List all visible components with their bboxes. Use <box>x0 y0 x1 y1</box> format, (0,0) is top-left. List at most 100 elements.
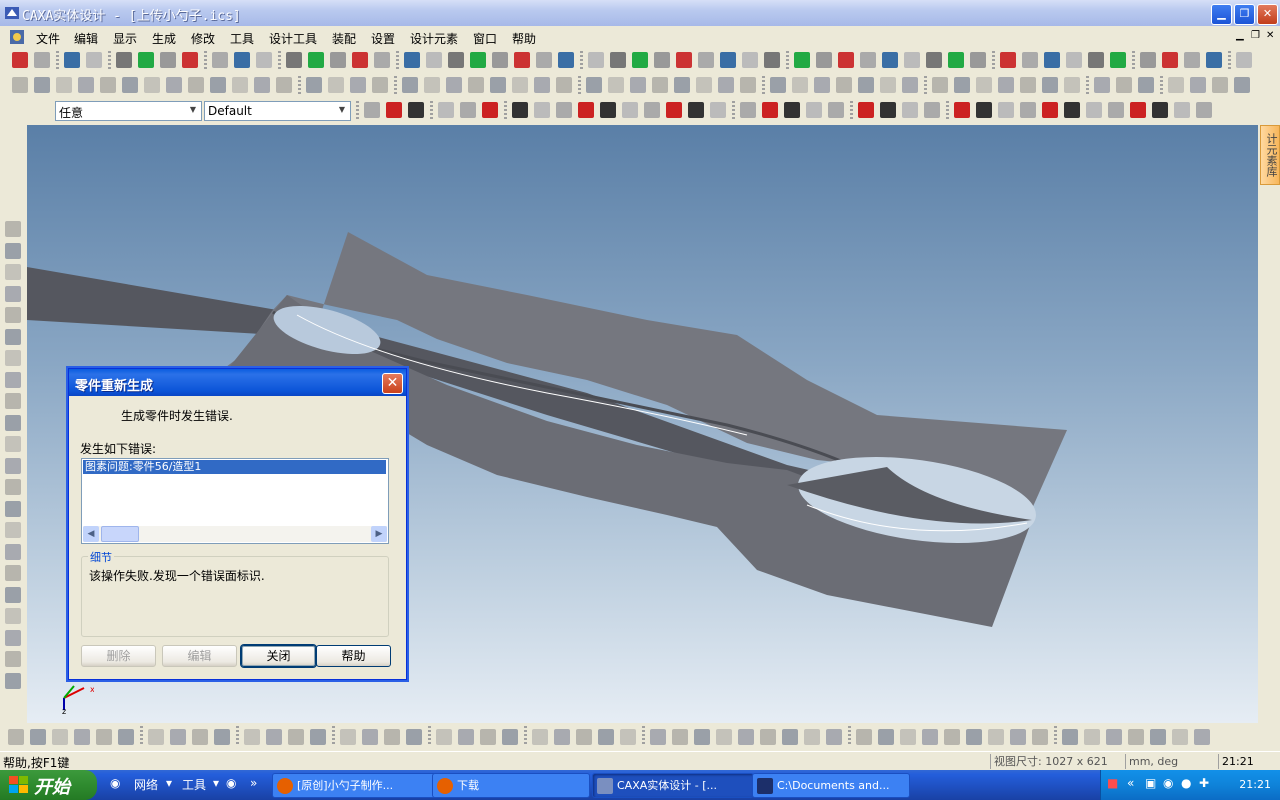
toolbar-tool-icon[interactable] <box>860 52 876 68</box>
toolbar-tool-icon[interactable] <box>1138 77 1154 93</box>
toolbar-tool-icon[interactable] <box>482 102 498 118</box>
menu-edit[interactable]: 编辑 <box>74 30 98 47</box>
toolbar-tool-icon[interactable] <box>122 77 138 93</box>
toolbar-tool-icon[interactable] <box>1150 729 1166 745</box>
help-button[interactable]: 帮助 <box>316 645 391 667</box>
toolbar-tool-icon[interactable] <box>932 77 948 93</box>
toolbar-tool-icon[interactable] <box>742 52 758 68</box>
toolbar-tool-icon[interactable] <box>698 52 714 68</box>
toolbar-tool-icon[interactable] <box>1128 729 1144 745</box>
toolbar-tool-icon[interactable] <box>954 102 970 118</box>
toolbar-tool-icon[interactable] <box>288 729 304 745</box>
toolbar-tool-icon[interactable] <box>694 729 710 745</box>
toolbar-tool-icon[interactable] <box>644 102 660 118</box>
toolbar-tool-icon[interactable] <box>5 328 21 345</box>
toolbar-tool-icon[interactable] <box>86 52 102 68</box>
toolbar-tool-icon[interactable] <box>5 543 21 560</box>
toolbar-tool-icon[interactable] <box>148 729 164 745</box>
toolbar-tool-icon[interactable] <box>988 729 1004 745</box>
toolbar-tool-icon[interactable] <box>838 52 854 68</box>
error-list-item[interactable]: 图素问题:零件56/造型1 <box>83 460 386 474</box>
toolbar-tool-icon[interactable] <box>1234 77 1250 93</box>
toolbar-tool-icon[interactable] <box>998 102 1014 118</box>
toolbar-tool-icon[interactable] <box>5 479 21 495</box>
toolbar-tool-icon[interactable] <box>880 77 896 93</box>
toolbar-tool-icon[interactable] <box>1184 52 1200 68</box>
tray-arrow-icon[interactable]: « <box>1127 776 1134 790</box>
toolbar-tool-icon[interactable] <box>792 77 808 93</box>
close-dialog-button[interactable]: 关闭 <box>241 645 316 667</box>
minimize-button[interactable]: ▁ <box>1211 4 1232 25</box>
toolbar-tool-icon[interactable] <box>424 77 440 93</box>
toolbar-tool-icon[interactable] <box>828 102 844 118</box>
toolbar-tool-icon[interactable] <box>468 77 484 93</box>
toolbar-tool-icon[interactable] <box>880 102 896 118</box>
mdi-restore-icon[interactable]: ❐ <box>1251 30 1260 41</box>
quick-tools[interactable]: 工具 <box>182 776 206 793</box>
toolbar-tool-icon[interactable] <box>1236 52 1252 68</box>
toolbar-tool-icon[interactable] <box>716 729 732 745</box>
toolbar-tool-icon[interactable] <box>762 102 778 118</box>
toolbar-tool-icon[interactable] <box>632 52 648 68</box>
toolbar-tool-icon[interactable] <box>654 52 670 68</box>
toolbar-tool-icon[interactable] <box>970 52 986 68</box>
toolbar-tool-icon[interactable] <box>502 729 518 745</box>
maximize-button[interactable]: ❐ <box>1234 4 1255 25</box>
menu-generate[interactable]: 生成 <box>152 30 176 47</box>
toolbar-tool-icon[interactable] <box>5 393 21 409</box>
edit-button[interactable]: 编辑 <box>162 645 237 667</box>
start-button[interactable]: 开始 <box>0 770 97 800</box>
design-element-library-tab[interactable]: 计元素库 <box>1260 125 1280 185</box>
toolbar-tool-icon[interactable] <box>1152 102 1168 118</box>
toolbar-tool-icon[interactable] <box>770 77 786 93</box>
toolbar-tool-icon[interactable] <box>408 102 424 118</box>
toolbar-tool-icon[interactable] <box>480 729 496 745</box>
toolbar-tool-icon[interactable] <box>340 729 356 745</box>
toolbar-tool-icon[interactable] <box>30 729 46 745</box>
toolbar-tool-icon[interactable] <box>5 242 21 259</box>
toolbar-tool-icon[interactable] <box>608 77 624 93</box>
toolbar-tool-icon[interactable] <box>1190 77 1206 93</box>
toolbar-tool-icon[interactable] <box>160 52 176 68</box>
toolbar-tool-icon[interactable] <box>426 52 442 68</box>
toolbar-tool-icon[interactable] <box>1116 77 1132 93</box>
toolbar-tool-icon[interactable] <box>144 77 160 93</box>
toolbar-tool-icon[interactable] <box>858 102 874 118</box>
toolbar-tool-icon[interactable] <box>492 52 508 68</box>
toolbar-tool-icon[interactable] <box>666 102 682 118</box>
toolbar-tool-icon[interactable] <box>924 102 940 118</box>
horizontal-scrollbar[interactable]: ◀ ▶ <box>83 526 387 542</box>
toolbar-tool-icon[interactable] <box>448 52 464 68</box>
toolbar-tool-icon[interactable] <box>56 77 72 93</box>
toolbar-tool-icon[interactable] <box>78 77 94 93</box>
toolbar-tool-icon[interactable] <box>74 729 90 745</box>
toolbar-tool-icon[interactable] <box>598 729 614 745</box>
toolbar-tool-icon[interactable] <box>760 729 776 745</box>
toolbar-tool-icon[interactable] <box>672 729 688 745</box>
toolbar-tool-icon[interactable] <box>34 77 50 93</box>
toolbar-tool-icon[interactable] <box>192 729 208 745</box>
toolbar-tool-icon[interactable] <box>1064 102 1080 118</box>
toolbar-tool-icon[interactable] <box>436 729 452 745</box>
toolbar-tool-icon[interactable] <box>100 77 116 93</box>
toolbar-tool-icon[interactable] <box>1194 729 1210 745</box>
toolbar-tool-icon[interactable] <box>96 729 112 745</box>
toolbar-tool-icon[interactable] <box>5 522 21 538</box>
toolbar-tool-icon[interactable] <box>12 52 28 68</box>
toolbar-tool-icon[interactable] <box>1042 102 1058 118</box>
toolbar-tool-icon[interactable] <box>904 52 920 68</box>
toolbar-tool-icon[interactable] <box>438 102 454 118</box>
toolbar-tool-icon[interactable] <box>5 436 21 452</box>
toolbar-tool-icon[interactable] <box>532 729 548 745</box>
toolbar-tool-icon[interactable] <box>182 52 198 68</box>
toolbar-tool-icon[interactable] <box>556 77 572 93</box>
task-firefox-post[interactable]: [原创]小勺子制作... <box>272 773 436 798</box>
toolbar-tool-icon[interactable] <box>212 52 228 68</box>
menu-modify[interactable]: 修改 <box>191 30 215 47</box>
chevron-down-icon[interactable]: ▾ <box>166 776 172 790</box>
toolbar-tool-icon[interactable] <box>630 77 646 93</box>
document-app-icon[interactable] <box>8 28 26 46</box>
toolbar-tool-icon[interactable] <box>306 77 322 93</box>
toolbar-tool-icon[interactable] <box>966 729 982 745</box>
toolbar-tool-icon[interactable] <box>856 729 872 745</box>
